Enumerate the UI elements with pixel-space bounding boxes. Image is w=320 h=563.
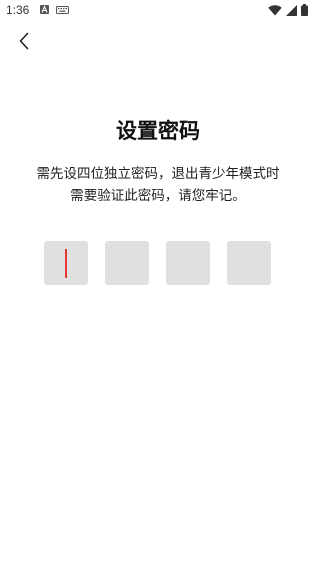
page-description: 需先设四位独立密码，退出青少年模式时 需要验证此密码，请您牢记。 <box>14 163 302 207</box>
status-right-icons <box>268 4 308 16</box>
status-left-icons <box>40 5 69 14</box>
chevron-left-icon <box>18 32 30 50</box>
status-time: 1:36 <box>6 3 30 17</box>
text-caret <box>65 249 67 278</box>
a-notification-icon <box>40 5 49 14</box>
wifi-icon <box>268 4 282 16</box>
pin-digit-4[interactable] <box>227 241 271 285</box>
pin-digit-1[interactable] <box>44 241 88 285</box>
pin-input[interactable] <box>44 241 271 285</box>
description-line-2: 需要验证此密码，请您牢记。 <box>70 188 246 204</box>
description-line-1: 需先设四位独立密码，退出青少年模式时 <box>36 166 280 182</box>
signal-icon <box>286 4 297 16</box>
keyboard-icon <box>56 5 69 14</box>
status-bar: 1:36 <box>0 0 316 22</box>
back-button[interactable] <box>12 29 36 53</box>
page-title: 设置密码 <box>116 119 200 143</box>
battery-icon <box>301 4 308 16</box>
pin-digit-2[interactable] <box>105 241 149 285</box>
pin-digit-3[interactable] <box>166 241 210 285</box>
